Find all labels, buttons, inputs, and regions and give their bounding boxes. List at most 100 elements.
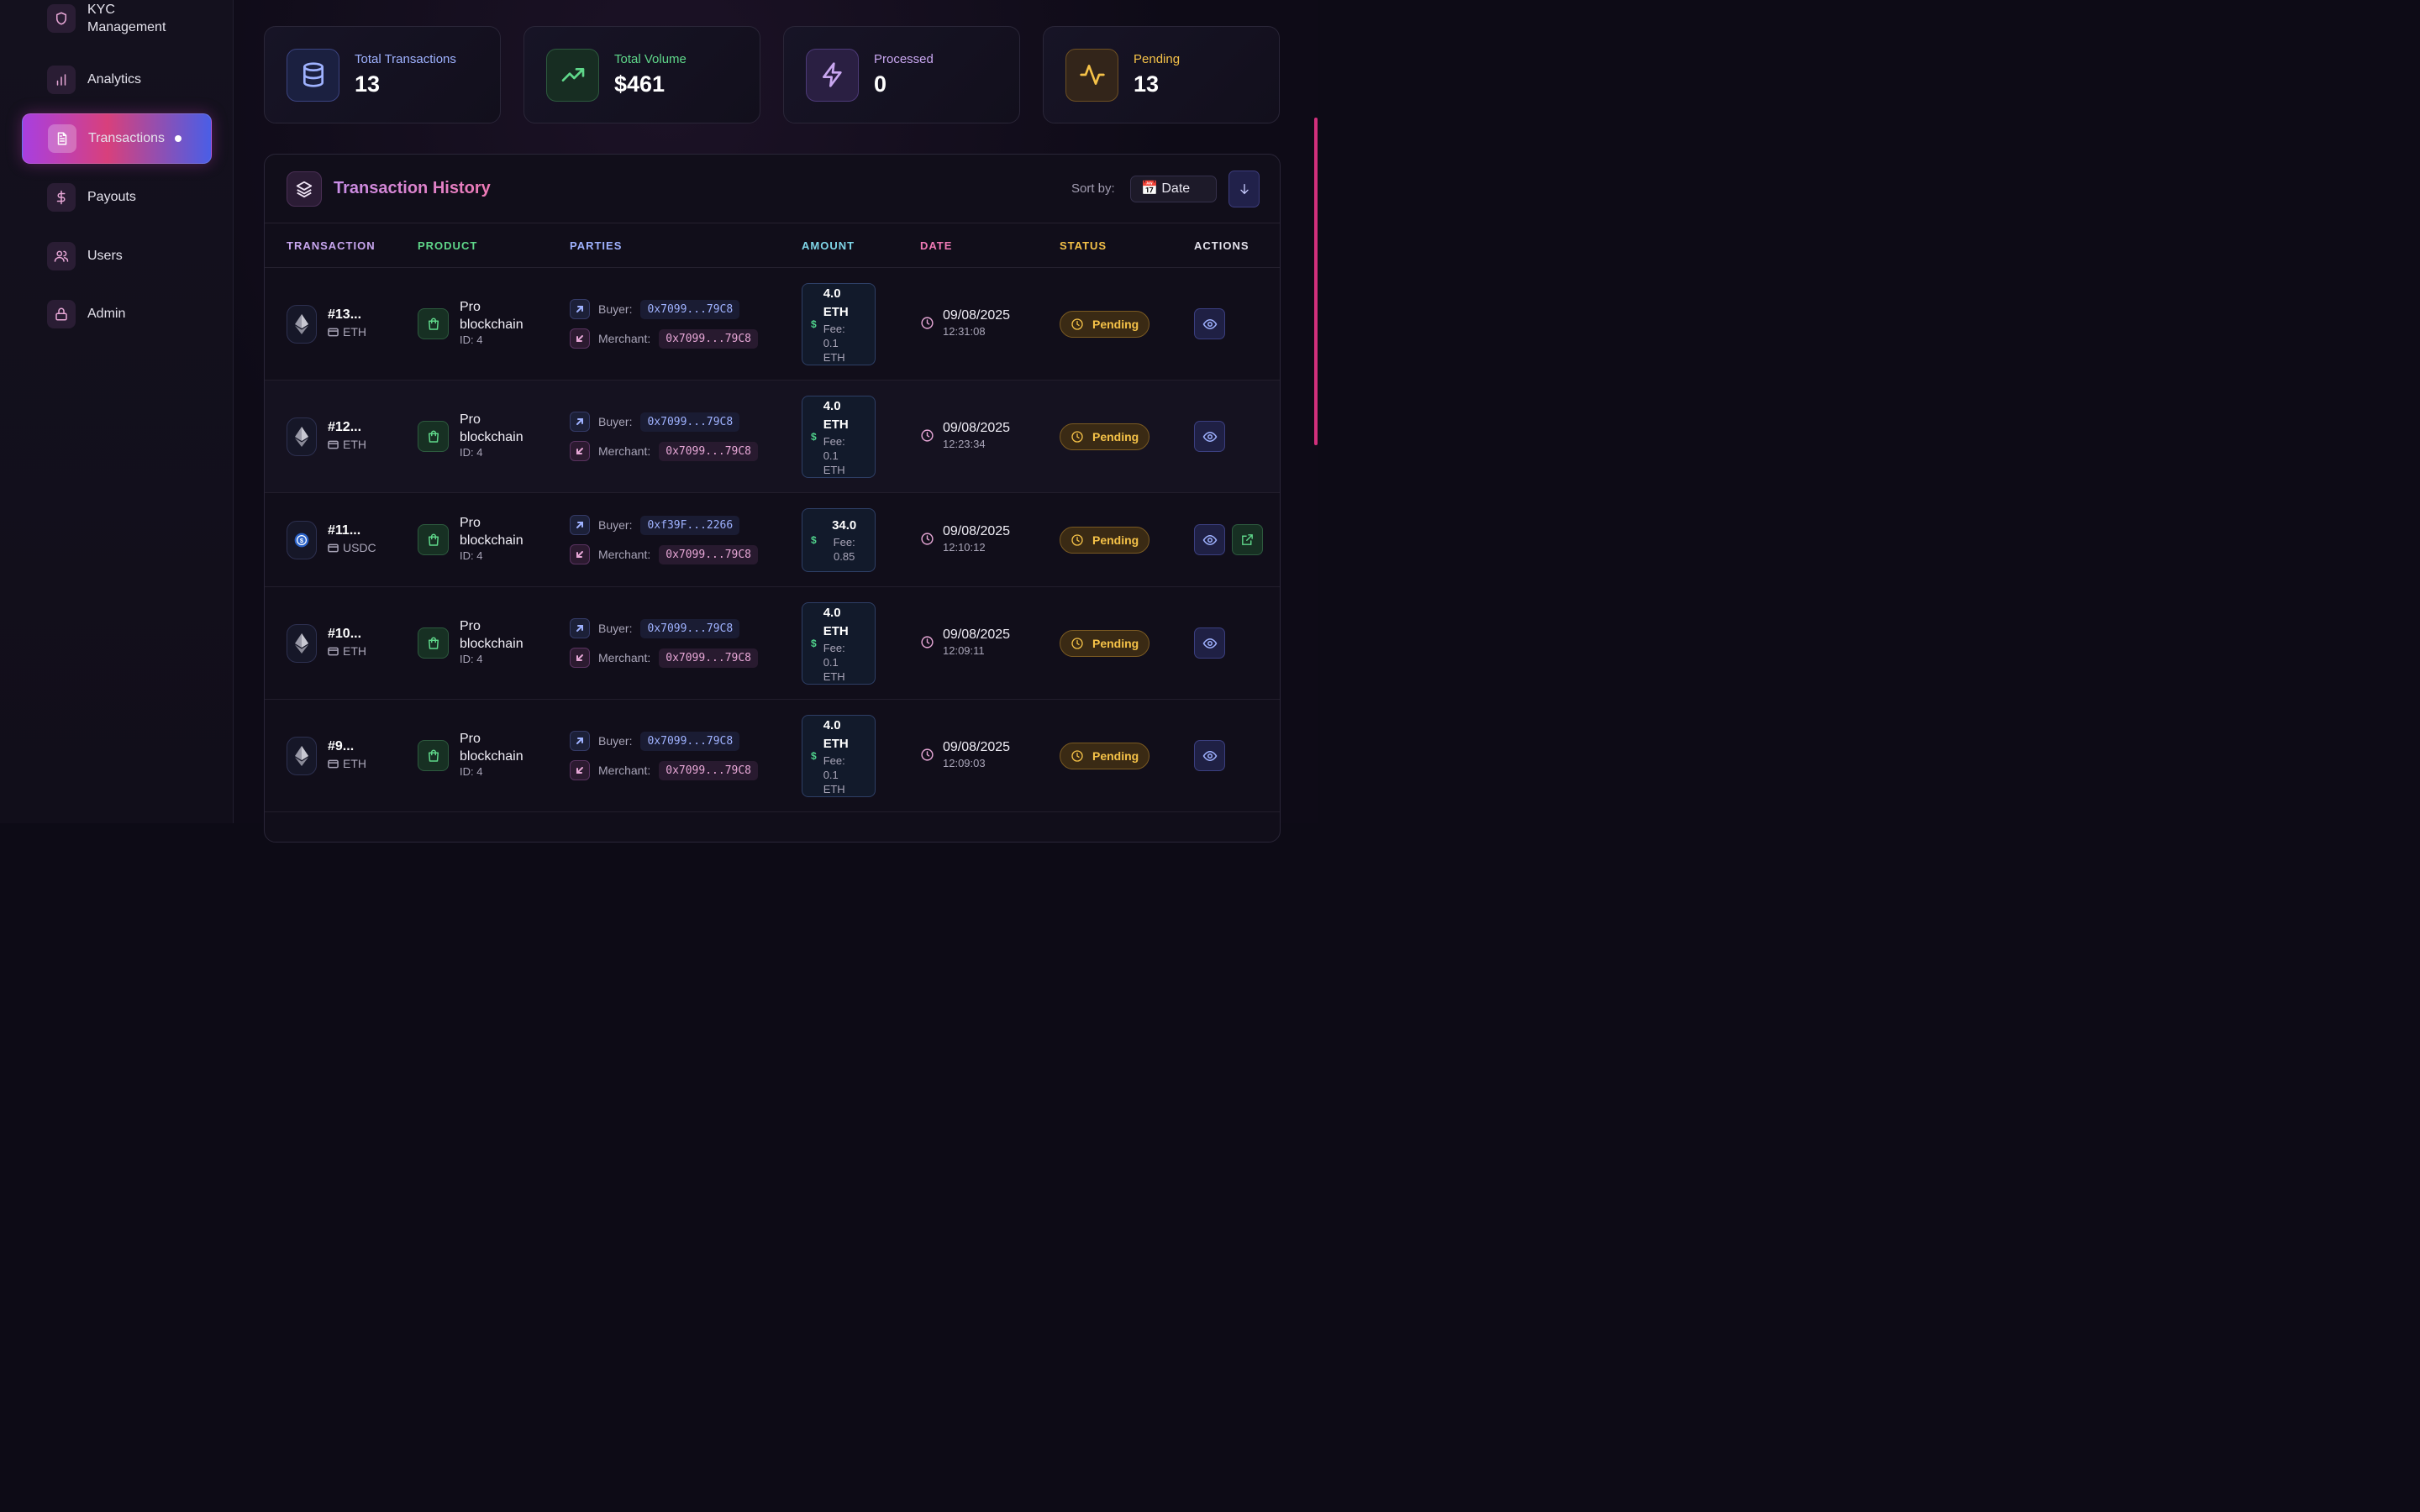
shopping-bag-icon — [418, 308, 449, 339]
column-header-transaction[interactable]: TRANSACTION — [287, 239, 376, 252]
dollar-icon: $ — [811, 318, 817, 330]
buyer-label: Buyer: — [598, 415, 633, 428]
product-name: Pro blockchain — [460, 619, 523, 651]
buyer-address[interactable]: 0x7099...79C8 — [640, 299, 740, 319]
transaction-id[interactable]: #9... — [328, 739, 366, 754]
clock-icon — [921, 317, 934, 329]
stat-label: Total Volume — [614, 52, 687, 66]
table-row[interactable]: #12... ETH Pro blockchain ID: 4 Buyer: 0… — [265, 381, 1280, 493]
status-label: Pending — [1092, 637, 1139, 650]
merchant-address[interactable]: 0x7099...79C8 — [659, 760, 758, 780]
product-id: ID: 4 — [460, 333, 483, 346]
date-value: 09/08/2025 — [943, 308, 1011, 323]
clock-icon — [921, 533, 934, 545]
sidebar-item-label: Users — [87, 249, 123, 263]
merchant-address[interactable]: 0x7099...79C8 — [659, 544, 758, 564]
shield-icon — [47, 4, 76, 33]
file-text-icon — [48, 124, 76, 153]
stat-card-processed: Processed 0 — [783, 26, 1020, 123]
transaction-id[interactable]: #11... — [328, 523, 376, 538]
product-id: ID: 4 — [460, 549, 483, 562]
merchant-row: Merchant: 0x7099...79C8 — [570, 441, 758, 461]
product-cell: Pro blockchain ID: 4 — [460, 411, 544, 459]
buyer-address[interactable]: 0x7099...79C8 — [640, 731, 740, 751]
time-value: 12:23:34 — [943, 438, 986, 450]
merchant-label: Merchant: — [598, 651, 651, 664]
sidebar-item-users[interactable]: Users — [22, 231, 212, 281]
sidebar-item-label: Transactions — [88, 131, 165, 145]
transaction-cell: #13... ETH — [328, 307, 366, 339]
buyer-address[interactable]: 0x7099...79C8 — [640, 618, 740, 638]
buyer-label: Buyer: — [598, 302, 633, 316]
buyer-address[interactable]: 0x7099...79C8 — [640, 412, 740, 432]
arrow-down-left-icon — [570, 441, 590, 461]
eye-icon — [1202, 318, 1217, 329]
card-icon — [328, 647, 339, 655]
column-header-status[interactable]: STATUS — [1060, 239, 1107, 252]
stat-value: 0 — [874, 71, 887, 97]
date-cell: 09/08/2025 12:31:08 — [920, 308, 1010, 338]
status-label: Pending — [1092, 318, 1139, 331]
sort-select[interactable]: 📅 Date — [1130, 176, 1217, 202]
column-header-date[interactable]: DATE — [920, 239, 952, 252]
trending-up-icon — [546, 48, 599, 102]
open-external-button[interactable] — [1232, 524, 1263, 555]
arrow-down-left-icon — [570, 648, 590, 668]
clock-icon — [1071, 534, 1083, 546]
buyer-row: Buyer: 0xf39F...2266 — [570, 515, 740, 535]
table-row[interactable]: #13... ETH Pro blockchain ID: 4 Buyer: 0… — [265, 268, 1280, 381]
merchant-address[interactable]: 0x7099...79C8 — [659, 328, 758, 349]
column-header-parties[interactable]: PARTIES — [570, 239, 622, 252]
scrollbar[interactable] — [1314, 118, 1318, 445]
amount-value: 4.0 ETH — [823, 717, 849, 751]
eye-icon — [1202, 638, 1217, 648]
sidebar-item-transactions[interactable]: Transactions — [22, 113, 212, 164]
sidebar-item-analytics[interactable]: Analytics — [22, 55, 212, 105]
amount-value: 4.0 ETH — [823, 286, 849, 319]
time-value: 12:10:12 — [943, 541, 986, 554]
sidebar-item-payouts[interactable]: Payouts — [22, 172, 212, 223]
users-icon — [47, 242, 76, 270]
transaction-id[interactable]: #12... — [328, 420, 366, 435]
view-button[interactable] — [1194, 308, 1225, 339]
buyer-address[interactable]: 0xf39F...2266 — [640, 515, 740, 535]
stat-value: $461 — [614, 71, 666, 97]
amount-cell: $ 34.0 Fee: 0.85 — [802, 508, 876, 572]
date-value: 09/08/2025 — [943, 524, 1011, 538]
view-button[interactable] — [1194, 740, 1225, 771]
table-row[interactable]: $ #11... USDC Pro blockchain ID: 4 Buyer… — [265, 493, 1280, 587]
date-value: 09/08/2025 — [943, 421, 1011, 435]
column-header-product[interactable]: PRODUCT — [418, 239, 477, 252]
transaction-id[interactable]: #13... — [328, 307, 366, 323]
amount-cell: $ 4.0 ETH Fee: 0.1 ETH — [802, 715, 876, 797]
sidebar-item-kyc-management[interactable]: KYC Management — [22, 0, 212, 44]
view-button[interactable] — [1194, 627, 1225, 659]
eye-icon — [1202, 750, 1217, 761]
buyer-row: Buyer: 0x7099...79C8 — [570, 731, 740, 751]
view-button[interactable] — [1194, 524, 1225, 555]
merchant-address[interactable]: 0x7099...79C8 — [659, 648, 758, 668]
table-row[interactable]: #9... ETH Pro blockchain ID: 4 Buyer: 0x… — [265, 700, 1280, 812]
usdc-coin-icon: $ — [287, 521, 317, 559]
column-header-amount[interactable]: AMOUNT — [802, 239, 855, 252]
transaction-id[interactable]: #10... — [328, 627, 366, 642]
table-row[interactable]: #10... ETH Pro blockchain ID: 4 Buyer: 0… — [265, 587, 1280, 700]
merchant-label: Merchant: — [598, 764, 651, 777]
arrow-up-right-icon — [570, 515, 590, 535]
view-button[interactable] — [1194, 421, 1225, 452]
merchant-label: Merchant: — [598, 332, 651, 345]
sidebar-item-label: Admin — [87, 307, 126, 321]
product-name: Pro blockchain — [460, 516, 523, 548]
merchant-address[interactable]: 0x7099...79C8 — [659, 441, 758, 461]
transaction-cell: #10... ETH — [328, 627, 366, 658]
clock-icon — [1071, 638, 1083, 649]
sort-direction-button[interactable] — [1228, 171, 1260, 207]
active-indicator-dot — [175, 135, 182, 142]
transaction-currency: ETH — [343, 644, 366, 658]
sidebar-item-admin[interactable]: Admin — [22, 289, 212, 339]
amount-fee: Fee: 0.1 ETH — [823, 434, 845, 476]
amount-fee: Fee: 0.85 — [833, 536, 855, 563]
amount-cell: $ 4.0 ETH Fee: 0.1 ETH — [802, 283, 876, 365]
amount-fee: Fee: 0.1 ETH — [823, 322, 845, 364]
transaction-cell: #12... ETH — [328, 420, 366, 451]
